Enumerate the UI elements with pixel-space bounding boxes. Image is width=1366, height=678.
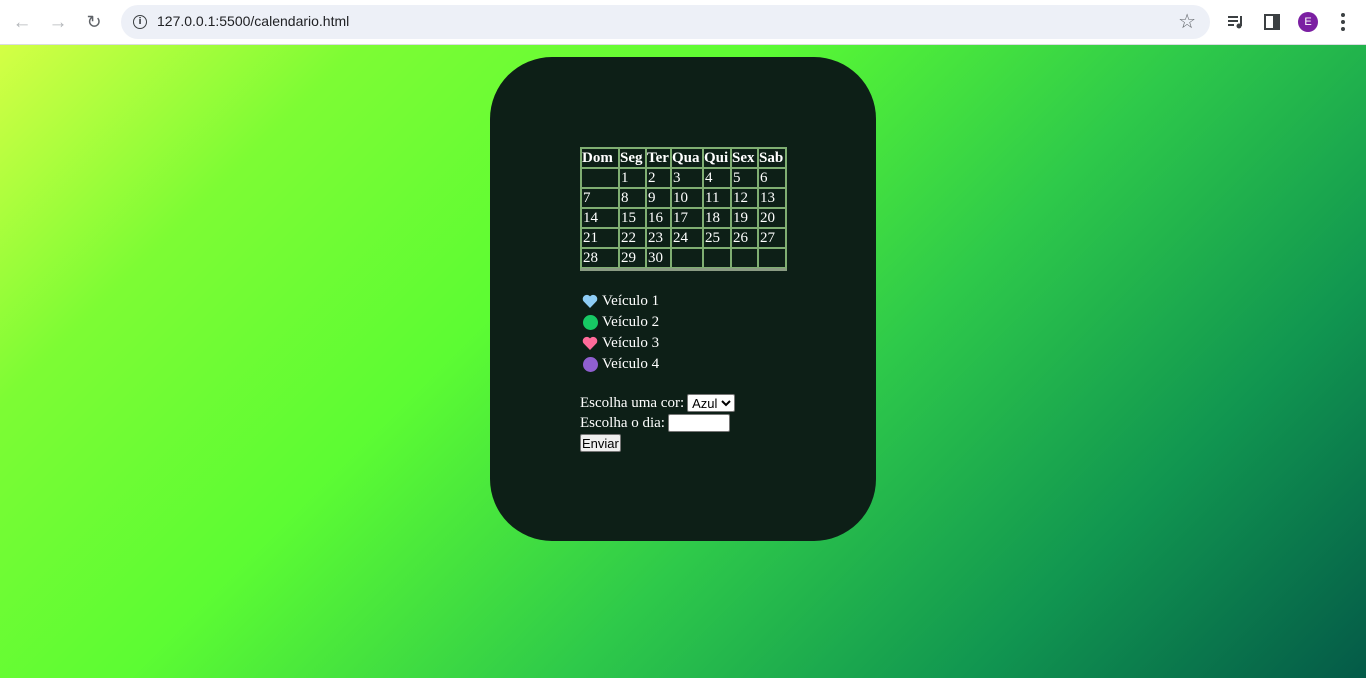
pink-heart-icon [582,336,598,352]
calendar-day-cell [731,248,758,268]
header-sab: Sab [758,148,786,168]
schedule-form: Escolha uma cor: Azul Escolha o dia: Env… [580,393,736,453]
site-info-button[interactable]: i [128,10,152,34]
calendar-day-cell [581,168,619,188]
calendar-day-cell: 2 [646,168,671,188]
day-row: Escolha o dia: [580,413,735,433]
legend-label: Veículo 1 [602,293,660,309]
url-text[interactable]: 127.0.0.1:5500/calendario.html [157,13,349,29]
calendar-card: Dom Seg Ter Qua Qui Sex Sab 1 2 3 4 5 6 … [490,57,876,541]
legend-item-veiculo-2: Veículo 2 [582,312,659,333]
color-row: Escolha uma cor: Azul [580,393,736,413]
calendar-day-cell: 18 [703,208,731,228]
calendar-day-cell: 12 [731,188,758,208]
calendar-day-cell [758,248,786,268]
calendar-day-cell: 1 [619,168,646,188]
calendar-day-cell [671,248,703,268]
calendar-day-cell: 24 [671,228,703,248]
color-select[interactable]: Azul [687,394,736,412]
calendar-day-cell: 16 [646,208,671,228]
blue-heart-icon [582,294,598,310]
kebab-dot [1341,13,1345,17]
green-circle-icon [582,315,598,331]
calendar-header-row: Dom Seg Ter Qua Qui Sex Sab [581,148,786,168]
kebab-dot [1341,20,1345,24]
arrow-left-icon: ← [12,11,32,33]
calendar-week-row: 14 15 16 17 18 19 20 [581,208,786,228]
legend-item-veiculo-1: Veículo 1 [582,291,659,312]
media-controls-button[interactable] [1221,7,1251,37]
playlist-music-icon [1228,16,1242,29]
legend-item-veiculo-4: Veículo 4 [582,354,659,375]
calendar-day-cell: 17 [671,208,703,228]
day-input[interactable] [667,414,730,432]
calendar-day-cell: 7 [581,188,619,208]
color-label: Escolha uma cor: [580,394,685,411]
side-panel-icon [1264,14,1280,30]
legend-item-veiculo-3: Veículo 3 [582,333,659,354]
legend-label: Veículo 3 [602,335,660,351]
calendar-day-cell: 5 [731,168,758,188]
calendar-day-cell: 25 [703,228,731,248]
profile-avatar[interactable]: E [1298,12,1318,32]
calendar-day-cell: 26 [731,228,758,248]
enviar-button[interactable]: Enviar [580,434,621,452]
submit-row: Enviar [580,433,735,453]
legend-label: Veículo 2 [602,314,660,330]
side-panel-button[interactable] [1257,7,1287,37]
reload-button[interactable]: ↻ [78,6,110,38]
header-sex: Sex [731,148,758,168]
calendar-day-cell: 6 [758,168,786,188]
calendar-week-row: 7 8 9 10 11 12 13 [581,188,786,208]
header-ter: Ter [646,148,671,168]
info-icon: i [133,15,147,29]
calendar-day-cell: 20 [758,208,786,228]
calendar-day-cell: 9 [646,188,671,208]
calendar-day-cell: 13 [758,188,786,208]
more-menu-button[interactable] [1336,8,1350,36]
calendar-week-row: 1 2 3 4 5 6 [581,168,786,188]
calendar-day-cell: 10 [671,188,703,208]
back-button[interactable]: ← [6,6,38,38]
arrow-right-icon: → [48,11,68,33]
calendar-week-row: 21 22 23 24 25 26 27 [581,228,786,248]
calendar-day-cell: 11 [703,188,731,208]
kebab-dot [1341,27,1345,31]
header-dom: Dom [581,148,619,168]
page-viewport: Dom Seg Ter Qua Qui Sex Sab 1 2 3 4 5 6 … [0,45,1366,678]
calendar-day-cell: 3 [671,168,703,188]
reload-icon: ↻ [86,12,102,32]
day-label: Escolha o dia: [580,414,665,431]
vehicle-legend: Veículo 1 Veículo 2 Veículo 3 Veículo 4 [582,291,659,375]
calendar-day-cell: 28 [581,248,619,268]
calendar-day-cell: 29 [619,248,646,268]
calendar-day-cell: 30 [646,248,671,268]
calendar-day-cell: 14 [581,208,619,228]
forward-button[interactable]: → [42,6,74,38]
purple-circle-icon [582,357,598,373]
calendar-day-cell: 23 [646,228,671,248]
address-bar[interactable]: i 127.0.0.1:5500/calendario.html ☆ [121,5,1210,39]
calendar-week-row: 28 29 30 [581,248,786,268]
calendar-day-cell: 15 [619,208,646,228]
bookmark-star-icon[interactable]: ☆ [1178,9,1196,35]
calendar-day-cell: 21 [581,228,619,248]
legend-label: Veículo 4 [602,356,660,372]
calendar-day-cell: 19 [731,208,758,228]
calendar-day-cell [703,248,731,268]
calendar-day-cell: 22 [619,228,646,248]
calendar-day-cell: 8 [619,188,646,208]
header-qui: Qui [703,148,731,168]
calendar-table: Dom Seg Ter Qua Qui Sex Sab 1 2 3 4 5 6 … [580,147,787,271]
calendar-day-cell: 4 [703,168,731,188]
browser-toolbar: ← → ↻ i 127.0.0.1:5500/calendario.html ☆… [0,0,1366,45]
header-qua: Qua [671,148,703,168]
calendar-day-cell: 27 [758,228,786,248]
header-seg: Seg [619,148,646,168]
